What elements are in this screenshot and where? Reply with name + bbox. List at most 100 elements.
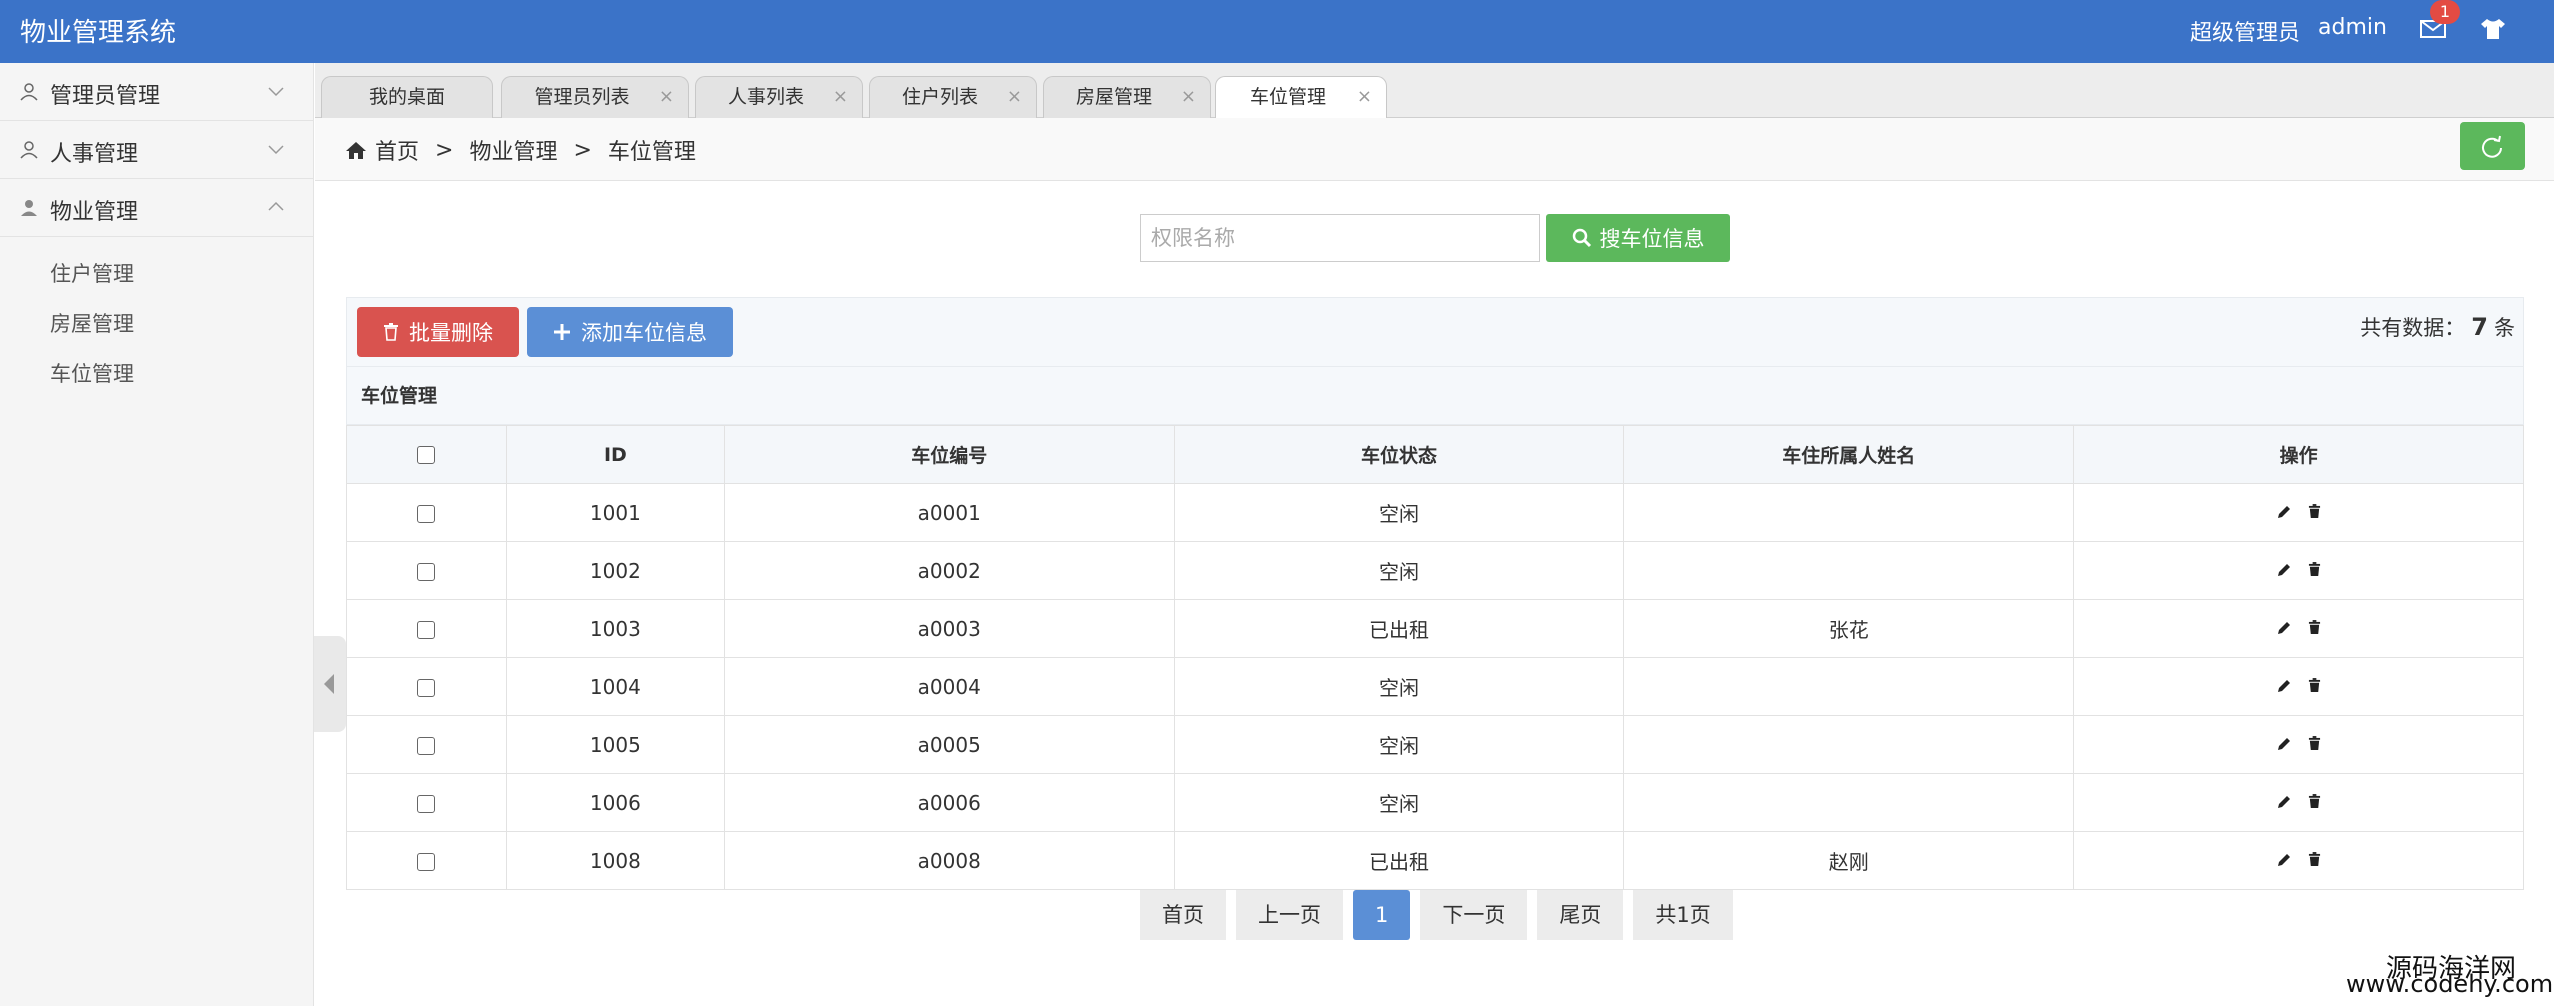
user-name[interactable]: admin xyxy=(2318,15,2387,40)
cell-owner: 张花 xyxy=(1623,599,2075,658)
table-row: 1004 a0004 空闲 xyxy=(346,657,2524,716)
sidebar-group-admin[interactable]: 管理员管理 xyxy=(0,63,313,121)
cell-actions xyxy=(2073,541,2524,600)
tab-label: 我的桌面 xyxy=(368,86,445,108)
cell-owner: 赵刚 xyxy=(1623,831,2075,890)
edit-icon[interactable] xyxy=(2276,794,2292,810)
cell-actions xyxy=(2073,831,2524,890)
breadcrumb-home[interactable]: 首页 xyxy=(375,134,419,166)
select-all-cell xyxy=(346,425,507,484)
row-checkbox[interactable] xyxy=(417,505,436,523)
sidebar-submenu: 住户管理 房屋管理 车位管理 xyxy=(0,237,313,399)
close-icon[interactable]: × xyxy=(833,77,848,117)
trash-icon[interactable] xyxy=(2308,678,2321,693)
close-icon[interactable]: × xyxy=(1007,77,1022,117)
cell-actions xyxy=(2073,599,2524,658)
edit-icon[interactable] xyxy=(2276,562,2292,578)
user-outline-icon xyxy=(20,83,38,101)
refresh-button[interactable] xyxy=(2460,122,2525,170)
trash-icon[interactable] xyxy=(2308,562,2321,577)
tab-parking-manage[interactable]: 车位管理 × xyxy=(1215,76,1387,119)
add-parking-label: 添加车位信息 xyxy=(581,321,707,345)
page-prev[interactable]: 上一页 xyxy=(1236,890,1343,940)
edit-icon[interactable] xyxy=(2276,620,2292,636)
tab-hr-list[interactable]: 人事列表 × xyxy=(695,76,863,118)
header-owner: 车住所属人姓名 xyxy=(1623,425,2075,484)
total-prefix: 共有数据： xyxy=(2360,316,2466,340)
row-checkbox[interactable] xyxy=(417,853,436,871)
trash-icon[interactable] xyxy=(2308,736,2321,751)
edit-icon[interactable] xyxy=(2276,504,2292,520)
trash-icon[interactable] xyxy=(2308,852,2321,867)
trash-icon[interactable] xyxy=(2308,620,2321,635)
page-current[interactable]: 1 xyxy=(1353,890,1411,940)
batch-delete-button[interactable]: 批量删除 xyxy=(357,307,519,357)
sidebar-item-parking[interactable]: 车位管理 xyxy=(0,349,313,399)
row-checkbox[interactable] xyxy=(417,563,436,581)
row-select-cell xyxy=(346,831,507,890)
page-next[interactable]: 下一页 xyxy=(1420,890,1528,940)
user-role: 超级管理员 xyxy=(2190,21,2301,46)
row-checkbox[interactable] xyxy=(417,621,436,639)
cell-id: 1004 xyxy=(505,657,725,716)
user-outline-icon xyxy=(20,141,38,159)
sidebar-item-residents[interactable]: 住户管理 xyxy=(0,249,313,299)
select-all-checkbox[interactable] xyxy=(417,446,436,464)
cell-code: a0004 xyxy=(723,657,1175,716)
row-select-cell xyxy=(346,541,507,600)
search-button[interactable]: 搜车位信息 xyxy=(1546,214,1730,262)
close-icon[interactable]: × xyxy=(1357,77,1372,117)
sidebar-item-houses[interactable]: 房屋管理 xyxy=(0,299,313,349)
top-bar: 物业管理系统 超级管理员 admin 1 xyxy=(0,0,2554,63)
row-checkbox[interactable] xyxy=(417,737,436,755)
tab-desktop[interactable]: 我的桌面 xyxy=(321,76,493,118)
batch-delete-label: 批量删除 xyxy=(409,321,493,345)
sidebar-group-label: 管理员管理 xyxy=(50,84,161,109)
cell-actions xyxy=(2073,715,2524,774)
sidebar-collapse-handle[interactable] xyxy=(314,636,346,732)
tab-bar: 我的桌面 管理员列表 × 人事列表 × 住户列表 × 房屋管理 × 车位管理 × xyxy=(315,63,2554,119)
search-button-label: 搜车位信息 xyxy=(1599,227,1705,251)
tab-resident-list[interactable]: 住户列表 × xyxy=(869,76,1037,118)
cell-actions xyxy=(2073,657,2524,716)
sidebar: 管理员管理 人事管理 物业管理 住户管理 房屋管理 车位管理 xyxy=(0,63,314,1006)
page-last[interactable]: 尾页 xyxy=(1537,890,1624,940)
cell-owner xyxy=(1623,657,2075,716)
edit-icon[interactable] xyxy=(2276,852,2292,868)
sidebar-group-hr[interactable]: 人事管理 xyxy=(0,121,313,179)
search-input[interactable] xyxy=(1140,214,1540,262)
add-parking-button[interactable]: 添加车位信息 xyxy=(527,307,733,357)
sidebar-group-property[interactable]: 物业管理 xyxy=(0,179,313,237)
total-number: 7 xyxy=(2471,313,2488,341)
cell-code: a0008 xyxy=(723,831,1175,890)
edit-icon[interactable] xyxy=(2276,736,2292,752)
close-icon[interactable]: × xyxy=(1181,77,1196,117)
table-row: 1008 a0008 已出租 赵刚 xyxy=(346,831,2524,890)
close-icon[interactable]: × xyxy=(659,77,674,117)
cell-id: 1001 xyxy=(505,483,725,542)
trash-icon[interactable] xyxy=(2308,794,2321,809)
page-first[interactable]: 首页 xyxy=(1140,890,1226,940)
cell-owner xyxy=(1623,773,2075,832)
breadcrumb-separator: > xyxy=(435,137,454,163)
app-title: 物业管理系统 xyxy=(20,18,177,48)
cell-code: a0003 xyxy=(723,599,1175,658)
breadcrumb-level1[interactable]: 物业管理 xyxy=(469,134,557,166)
tab-label: 房屋管理 xyxy=(1075,86,1152,108)
row-select-cell xyxy=(346,657,507,716)
table-header-row: ID 车位编号 车位状态 车住所属人姓名 操作 xyxy=(346,425,2524,484)
edit-icon[interactable] xyxy=(2276,678,2292,694)
tab-house-manage[interactable]: 房屋管理 × xyxy=(1043,76,1211,118)
cell-owner xyxy=(1623,715,2075,774)
theme-shirt-icon[interactable] xyxy=(2478,16,2508,42)
row-select-cell xyxy=(346,773,507,832)
trash-icon[interactable] xyxy=(2308,504,2321,519)
tab-admin-list[interactable]: 管理员列表 × xyxy=(501,76,689,118)
row-checkbox[interactable] xyxy=(417,679,436,697)
cell-owner xyxy=(1623,483,2075,542)
cell-status: 空闲 xyxy=(1173,715,1625,774)
cell-id: 1008 xyxy=(505,831,725,890)
cell-actions xyxy=(2073,483,2524,542)
mail-count-badge: 1 xyxy=(2430,0,2460,24)
row-checkbox[interactable] xyxy=(417,795,436,813)
